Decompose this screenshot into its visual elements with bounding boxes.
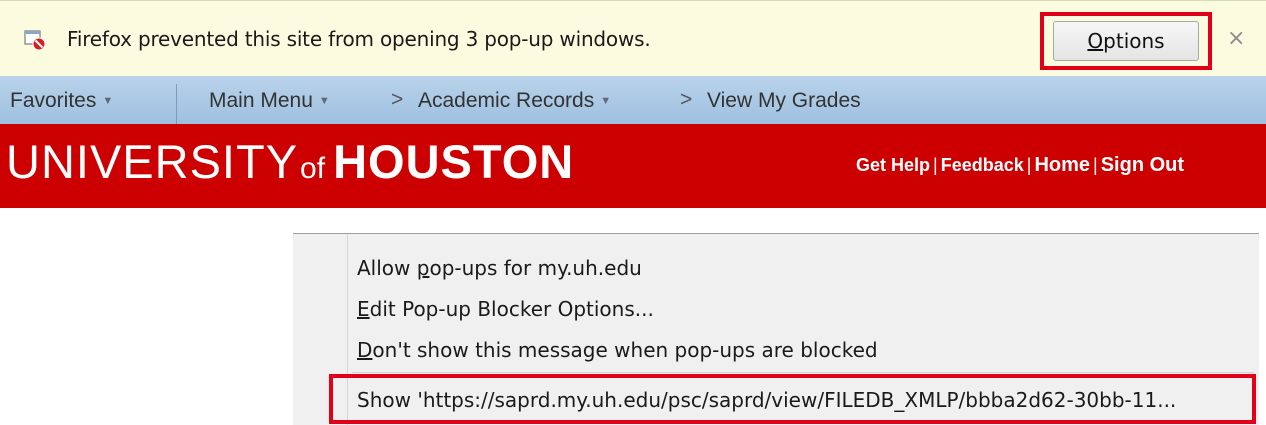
show-popup-highlight bbox=[329, 374, 1256, 424]
academic-records-label: Academic Records bbox=[418, 89, 595, 112]
notification-message: Firefox prevented this site from opening… bbox=[67, 27, 651, 51]
allow-rest: op-ups for my.uh.edu bbox=[429, 256, 642, 280]
menu-item-dont-show-message[interactable]: Don't show this message when pop-ups are… bbox=[357, 338, 878, 362]
logo-university: UNIVERSITY bbox=[6, 135, 299, 188]
get-help-link[interactable]: Get Help bbox=[856, 155, 930, 175]
feedback-link[interactable]: Feedback bbox=[941, 155, 1024, 175]
main-menu[interactable]: Main Menu ▼ bbox=[209, 89, 330, 113]
university-logo: UNIVERSITYof HOUSTON bbox=[6, 134, 574, 192]
menu-item-edit-blocker-options[interactable]: Edit Pop-up Blocker Options... bbox=[357, 297, 654, 321]
options-button[interactable]: Options bbox=[1053, 21, 1199, 61]
academic-records-menu[interactable]: Academic Records ▼ bbox=[418, 89, 611, 113]
options-label: ptions bbox=[1103, 29, 1165, 53]
logo-houston: HOUSTON bbox=[333, 135, 575, 188]
close-icon[interactable]: × bbox=[1227, 28, 1245, 50]
edit-rest: dit Pop-up Blocker Options... bbox=[369, 297, 654, 321]
logo-of: of bbox=[300, 152, 326, 185]
dont-rest: on't show this message when pop-ups are … bbox=[372, 338, 878, 362]
link-separator: | bbox=[1093, 155, 1098, 175]
header-links: Get Help | Feedback | Home | Sign Out bbox=[856, 154, 1184, 177]
allow-accesskey: p bbox=[416, 256, 430, 280]
edit-accesskey: E bbox=[357, 297, 370, 321]
view-my-grades-link[interactable]: View My Grades bbox=[707, 89, 861, 113]
menu-item-allow-popups[interactable]: Allow pop-ups for my.uh.edu bbox=[357, 256, 642, 280]
home-link[interactable]: Home bbox=[1034, 154, 1090, 176]
options-accesskey: O bbox=[1087, 29, 1104, 53]
chevron-down-icon: ▼ bbox=[318, 95, 330, 107]
breadcrumb-separator: > bbox=[391, 88, 404, 111]
sign-out-link[interactable]: Sign Out bbox=[1101, 154, 1184, 176]
popup-blocked-icon bbox=[24, 29, 46, 51]
breadcrumb-divider bbox=[176, 84, 177, 124]
breadcrumb-separator: > bbox=[680, 88, 693, 111]
menu-separator bbox=[352, 372, 1254, 373]
main-menu-label: Main Menu bbox=[209, 89, 313, 112]
link-separator: | bbox=[933, 155, 938, 175]
link-separator: | bbox=[1026, 155, 1032, 175]
favorites-label: Favorites bbox=[10, 89, 97, 112]
chevron-down-icon: ▼ bbox=[600, 95, 612, 107]
chevron-down-icon: ▼ bbox=[102, 95, 114, 107]
dont-accesskey: D bbox=[357, 338, 373, 362]
allow-prefix: Allow bbox=[357, 256, 417, 280]
favorites-menu[interactable]: Favorites ▼ bbox=[10, 89, 113, 113]
breadcrumb: Favorites ▼ Main Menu ▼ > Academic Records… bbox=[0, 76, 1266, 124]
